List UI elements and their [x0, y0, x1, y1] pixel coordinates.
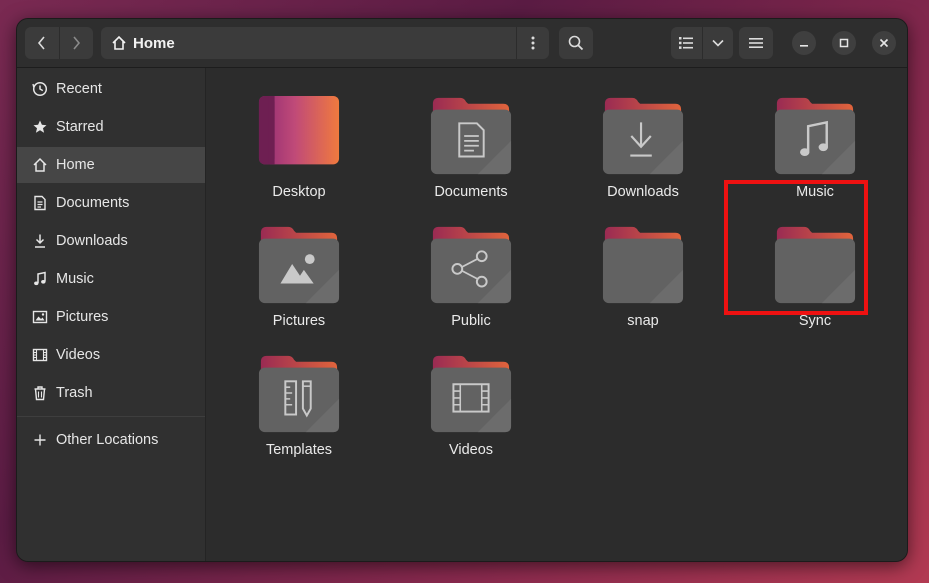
clock-icon: [30, 79, 50, 99]
list-view-icon: [679, 37, 694, 49]
path-menu-button[interactable]: [516, 27, 549, 59]
sidebar-item-label: Downloads: [56, 233, 128, 249]
sidebar-separator: [17, 416, 205, 417]
videos-folder-icon: [430, 355, 512, 433]
sidebar-item-label: Recent: [56, 81, 102, 97]
chevron-right-icon: [73, 36, 81, 50]
public-folder-icon: [430, 226, 512, 304]
path-label: Home: [133, 34, 175, 52]
sidebar-item-label: Starred: [56, 119, 104, 135]
file-item-desktop[interactable]: Desktop: [219, 94, 379, 214]
music-folder-icon: [774, 97, 856, 175]
file-item-snap[interactable]: snap: [563, 223, 723, 343]
trash-icon: [30, 383, 50, 403]
file-item-label: Pictures: [272, 313, 326, 329]
file-item-templates[interactable]: Templates: [219, 352, 379, 472]
sidebar-item-trash[interactable]: Trash: [17, 375, 205, 411]
back-button[interactable]: [25, 27, 59, 59]
sidebar-item-label: Videos: [56, 347, 101, 363]
close-button[interactable]: [872, 31, 896, 55]
home-icon: [30, 155, 50, 175]
home-icon: [112, 35, 126, 50]
star-icon: [30, 117, 50, 137]
sidebar-item-home[interactable]: Home: [17, 147, 205, 183]
sidebar-item-label: Pictures: [56, 309, 109, 325]
sidebar-item-label: Home: [56, 157, 95, 173]
film-icon: [30, 345, 50, 365]
document-icon: [30, 193, 50, 213]
search-icon: [568, 35, 584, 51]
file-item-label: Public: [451, 313, 491, 329]
sidebar-item-label: Documents: [56, 195, 130, 211]
maximize-button[interactable]: [832, 31, 856, 55]
file-item-documents[interactable]: Documents: [391, 94, 551, 214]
sidebar-item-other-locations[interactable]: Other Locations: [17, 422, 205, 458]
sidebar-item-label: Music: [56, 271, 94, 287]
file-item-label: Downloads: [607, 184, 679, 200]
sidebar-item-starred[interactable]: Starred: [17, 109, 205, 145]
view-dropdown-button[interactable]: [701, 27, 734, 59]
search-button[interactable]: [559, 27, 593, 59]
vertical-dots-icon: [531, 36, 535, 50]
path-bar: Home: [101, 27, 549, 59]
music-note-icon: [30, 269, 50, 289]
folder-icon: [602, 226, 684, 304]
main-menu-button[interactable]: [739, 27, 773, 59]
sidebar-item-downloads[interactable]: Downloads: [17, 223, 205, 259]
file-item-label: Videos: [448, 442, 494, 458]
maximize-icon: [839, 38, 849, 48]
file-item-pictures[interactable]: Pictures: [219, 223, 379, 343]
sidebar-item-documents[interactable]: Documents: [17, 185, 205, 221]
forward-button[interactable]: [58, 27, 94, 59]
hamburger-icon: [749, 38, 763, 48]
chevron-left-icon: [37, 36, 45, 50]
close-icon: [879, 38, 889, 48]
sync-highlight-box: [724, 180, 868, 315]
sidebar-item-music[interactable]: Music: [17, 261, 205, 297]
file-item-label: Templates: [265, 442, 333, 458]
file-item-label: Documents: [434, 184, 508, 200]
downloads-folder-icon: [602, 97, 684, 175]
minimize-button[interactable]: [792, 31, 816, 55]
sidebar-item-pictures[interactable]: Pictures: [17, 299, 205, 335]
plus-icon: [30, 430, 50, 450]
navigation-buttons: [25, 27, 93, 59]
chevron-down-icon: [712, 39, 724, 47]
sidebar-item-recent[interactable]: Recent: [17, 71, 205, 107]
file-item-label: Desktop: [272, 184, 326, 200]
picture-icon: [30, 307, 50, 327]
view-toggle-group: [671, 27, 733, 59]
file-item-label: snap: [627, 313, 659, 329]
download-icon: [30, 231, 50, 251]
templates-folder-icon: [258, 355, 340, 433]
sidebar: Recent Starred Home Documents Downloads …: [17, 68, 206, 561]
header-bar: Home: [17, 19, 907, 68]
file-item-label: Sync: [798, 313, 832, 329]
file-grid: Desktop Documents Downloads Music Pictur…: [206, 68, 907, 561]
documents-folder-icon: [430, 97, 512, 175]
file-item-downloads[interactable]: Downloads: [563, 94, 723, 214]
sidebar-item-label: Other Locations: [56, 432, 159, 448]
file-item-videos[interactable]: Videos: [391, 352, 551, 472]
file-item-public[interactable]: Public: [391, 223, 551, 343]
pictures-folder-icon: [258, 226, 340, 304]
minimize-icon: [800, 45, 808, 47]
list-view-button[interactable]: [671, 27, 702, 59]
desktop-folder-icon: [258, 95, 340, 165]
sidebar-item-videos[interactable]: Videos: [17, 337, 205, 373]
path-home-crumb[interactable]: Home: [101, 35, 175, 52]
sidebar-item-label: Trash: [56, 385, 93, 401]
